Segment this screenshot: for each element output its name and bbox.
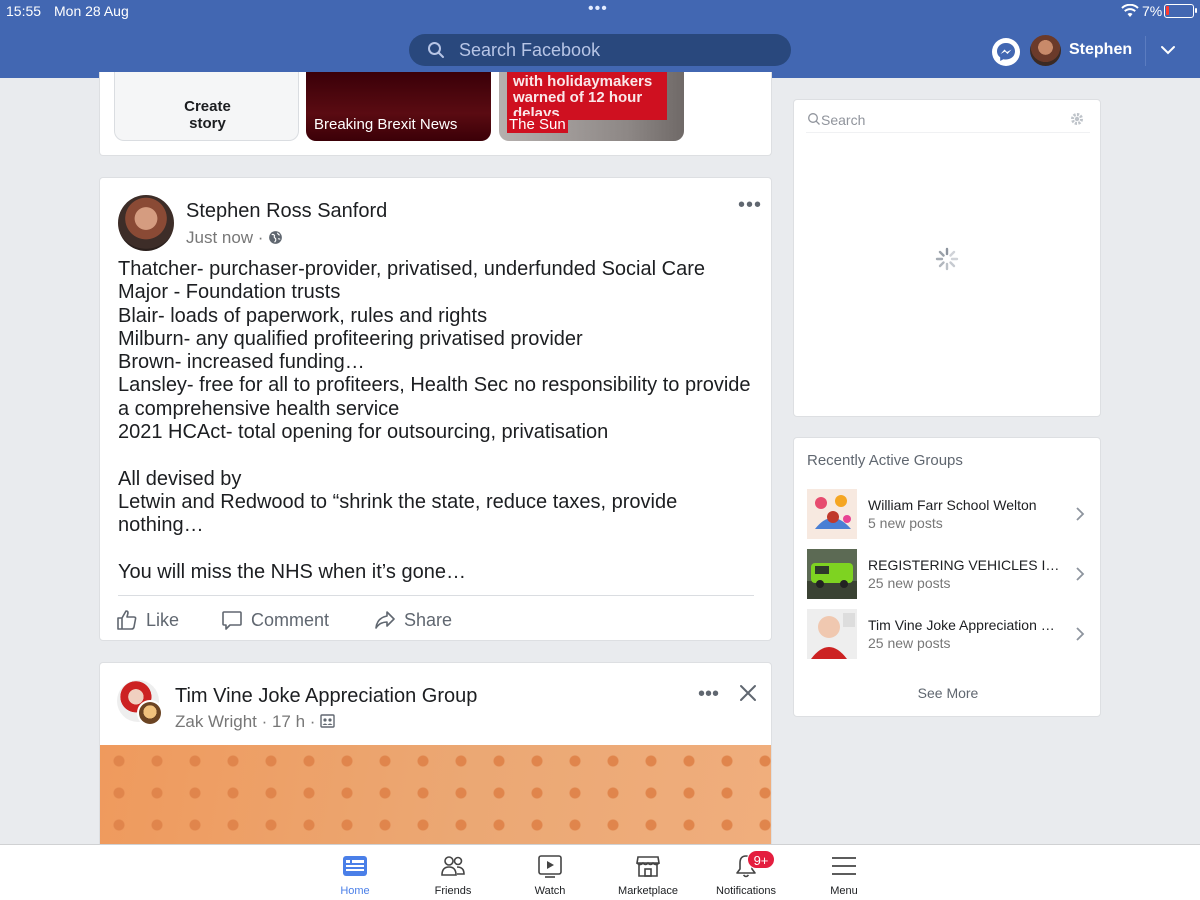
post-actions: Like Comment Share	[100, 606, 773, 634]
gear-icon[interactable]	[1069, 111, 1085, 127]
globe-icon	[269, 231, 283, 244]
tab-label: Home	[340, 885, 370, 897]
group-name: REGISTERING VEHICLES IN FRANCE	[868, 557, 1063, 573]
group-new-posts: 25 new posts	[868, 575, 951, 591]
search-input[interactable]: Search Facebook	[409, 34, 791, 66]
post-text: Thatcher- purchaser-provider, privatised…	[118, 258, 751, 583]
marketplace-icon	[636, 856, 660, 877]
tab-menu[interactable]: Menu	[799, 845, 889, 900]
tab-friends[interactable]: Friends	[408, 845, 498, 900]
top-bar: 15:55 Mon 28 Aug ••• 7% Search Facebook …	[0, 0, 1200, 78]
post-meta: Just now ·	[186, 228, 283, 248]
story-label: The Sun	[507, 116, 568, 133]
post-author[interactable]: Stephen Ross Sanford	[186, 200, 387, 223]
tab-label: Menu	[830, 885, 858, 897]
chevron-down-icon[interactable]	[1160, 44, 1176, 56]
see-more-link[interactable]: See More	[794, 685, 1102, 701]
like-label: Like	[146, 609, 180, 630]
search-placeholder: Search Facebook	[459, 40, 601, 60]
group-name: Tim Vine Joke Appreciation Group	[868, 617, 1063, 633]
group-thumbnail	[807, 609, 857, 659]
battery-icon	[1164, 4, 1197, 18]
group-list-item[interactable]: William Farr School Welton 5 new posts	[807, 489, 1090, 541]
tab-notifications[interactable]: 9+ Notifications	[701, 845, 791, 900]
status-time: 15:55	[6, 3, 42, 19]
chevron-right-icon	[1076, 627, 1085, 641]
chevron-right-icon	[1076, 567, 1085, 581]
close-icon[interactable]	[738, 683, 758, 703]
create-story-label: Create story	[184, 98, 231, 132]
tab-label: Notifications	[716, 885, 776, 897]
more-options-icon[interactable]: •••	[738, 195, 762, 215]
share-button[interactable]: Share	[374, 606, 452, 634]
tab-marketplace[interactable]: Marketplace	[603, 845, 693, 900]
chevron-right-icon	[1076, 507, 1085, 521]
group-name[interactable]: Tim Vine Joke Appreciation Group	[175, 685, 477, 708]
comment-label: Comment	[251, 609, 330, 630]
tab-watch[interactable]: Watch	[505, 845, 595, 900]
story-headline: with holidaymakers warned of 12 hour del…	[513, 73, 653, 122]
thumbs-up-icon	[117, 610, 137, 630]
share-icon	[375, 611, 395, 629]
contacts-search-input[interactable]: Search	[821, 112, 865, 128]
home-icon	[343, 856, 367, 876]
group-new-posts: 25 new posts	[868, 635, 951, 651]
group-privacy-icon	[320, 714, 335, 728]
like-button[interactable]: Like	[116, 606, 179, 634]
story-card[interactable]: with holidaymakers warned of 12 hour del…	[499, 72, 684, 141]
feed-post: Stephen Ross Sanford Just now · ••• That…	[99, 177, 772, 641]
panel-title: Recently Active Groups	[807, 452, 963, 469]
share-label: Share	[404, 609, 453, 630]
post-timestamp: Just now ·	[186, 228, 264, 247]
battery-percent: 7%	[1142, 3, 1163, 19]
tab-label: Marketplace	[618, 885, 678, 897]
search-icon	[808, 113, 820, 125]
avatar[interactable]	[1030, 35, 1061, 66]
status-date: Mon 28 Aug	[54, 3, 129, 19]
tab-home[interactable]: Home	[310, 845, 400, 900]
bottom-tab-bar: Home Friends Watch Marketplace 9+ Notifi…	[0, 844, 1200, 900]
profile-name[interactable]: Stephen	[1069, 41, 1132, 59]
feed-post: Tim Vine Joke Appreciation Group Zak Wri…	[99, 662, 772, 862]
group-new-posts: 5 new posts	[868, 515, 943, 531]
comment-button[interactable]: Comment	[221, 606, 329, 634]
story-card[interactable]: Breaking Brexit News	[306, 72, 491, 141]
group-list-item[interactable]: Tim Vine Joke Appreciation Group 25 new …	[807, 609, 1090, 661]
group-thumbnail	[807, 489, 857, 539]
notification-badge: 9+	[747, 850, 775, 869]
avatar[interactable]	[118, 195, 174, 251]
wifi-icon	[1121, 4, 1139, 17]
story-label: Breaking Brexit News	[314, 116, 458, 133]
divider	[118, 595, 754, 596]
friends-icon	[441, 856, 465, 876]
stories-tray: Create story Breaking Brexit News with h…	[99, 72, 772, 156]
group-name: William Farr School Welton	[868, 497, 1037, 513]
recent-groups-panel: Recently Active Groups William Farr Scho…	[793, 437, 1101, 717]
create-story-button[interactable]: Create story	[114, 72, 299, 141]
tab-label: Watch	[534, 885, 566, 897]
group-list-item[interactable]: REGISTERING VEHICLES IN FRANCE 25 new po…	[807, 549, 1090, 601]
search-icon	[428, 42, 444, 58]
group-thumbnail	[807, 549, 857, 599]
post-meta: Zak Wright · 17 h ·	[175, 712, 335, 732]
multitasking-dots-icon[interactable]: •••	[588, 0, 608, 18]
menu-icon	[832, 857, 856, 875]
watch-icon	[538, 855, 562, 878]
group-avatar[interactable]	[117, 680, 163, 726]
more-options-icon[interactable]: •••	[698, 684, 719, 704]
divider	[1145, 36, 1146, 66]
contacts-panel: Search	[793, 99, 1101, 417]
loading-spinner-icon	[935, 247, 959, 271]
tab-label: Friends	[434, 885, 472, 897]
post-author-time: Zak Wright · 17 h ·	[175, 712, 316, 731]
comment-icon	[222, 611, 242, 630]
messenger-icon[interactable]	[992, 38, 1020, 66]
